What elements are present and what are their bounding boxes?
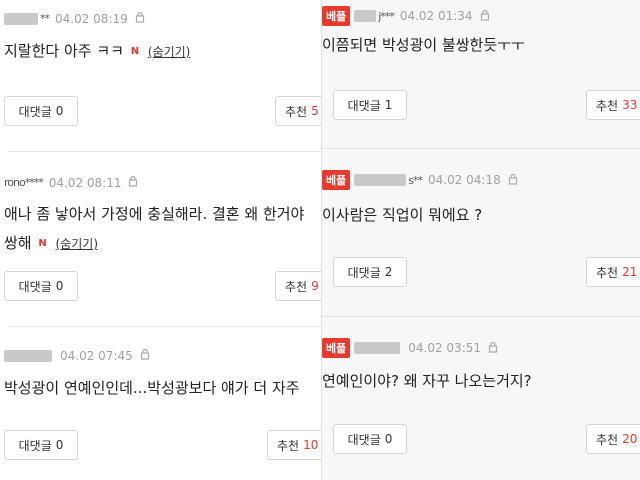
new-badge: N (38, 238, 47, 249)
reply-count: 0 (55, 104, 64, 118)
recommend-label: 추천 (596, 98, 619, 113)
lock-icon[interactable] (508, 173, 518, 188)
best-badge: 베플 (322, 6, 351, 26)
comment-text-cont: 쌍해 (4, 234, 32, 252)
reply-button[interactable]: 대댓글 0 (4, 96, 78, 126)
username-blur (4, 349, 52, 362)
recommend-label: 추천 (596, 265, 619, 280)
reply-count: 2 (384, 265, 393, 279)
reply-button[interactable]: 대댓글 0 (333, 424, 407, 454)
recommend-label: 추천 (285, 279, 308, 294)
comment-date: 04.02 01:34 (399, 9, 473, 23)
divider (322, 148, 640, 149)
comment-text: 연예인이야? 왜 자꾸 나오는거지? (322, 372, 532, 390)
comment-date: 04.02 04:18 (427, 173, 501, 187)
username: s** (408, 173, 423, 187)
comment-text: 이쯤되면 박성광이 불쌍한듯ㅜㅜ (322, 36, 525, 54)
recommend-button[interactable]: 추천 20 (586, 424, 640, 454)
left-comment-panel: ** 04.02 08:19 지랄한다 아주 ㅋㅋ N (숨기기) 대댓글 0 … (0, 0, 321, 480)
recommend-button[interactable]: 추천 10 (267, 430, 321, 460)
right-best-comment-panel: 베플 j*** 04.02 01:34 이쯤되면 박성광이 불쌍한듯ㅜㅜ 대댓글… (321, 0, 640, 480)
recommend-label: 추천 (596, 432, 619, 447)
divider (8, 151, 321, 152)
reply-label: 대댓글 (18, 104, 52, 119)
best-comment-item: 베플 j*** 04.02 01:34 이쯤되면 박성광이 불쌍한듯ㅜㅜ 대댓글… (322, 0, 640, 160)
comment-date: 04.02 07:45 (60, 348, 133, 363)
comment-meta: 베플 s** 04.02 04:18 (322, 170, 518, 190)
recommend-count: 21 (622, 265, 638, 279)
comment-meta: 베플 04.02 03:51 (322, 338, 498, 358)
new-badge: N (130, 46, 140, 57)
recommend-label: 추천 (277, 438, 300, 453)
comment-text: 박성광이 연예인인데...박성광보다 얘가 더 자주 (4, 379, 300, 397)
username: j*** (378, 9, 395, 23)
reply-count: 1 (384, 98, 393, 112)
reply-count: 0 (55, 279, 64, 293)
recommend-button[interactable]: 추천 5 (275, 96, 321, 126)
comment-text-row: 지랄한다 아주 ㅋㅋ N (숨기기) (4, 40, 190, 61)
recommend-button[interactable]: 추천 21 (586, 257, 640, 287)
comment-meta: 베플 j*** 04.02 01:34 (322, 6, 490, 26)
lock-icon[interactable] (128, 175, 138, 190)
best-badge: 베플 (322, 338, 351, 358)
recommend-count: 9 (311, 279, 319, 293)
comment-meta: 04.02 07:45 (4, 348, 150, 363)
comment-item: 04.02 07:45 박성광이 연예인인데...박성광보다 얘가 더 자주 대… (0, 340, 321, 480)
recommend-count: 5 (311, 104, 319, 118)
lock-icon[interactable] (488, 341, 498, 356)
recommend-count: 20 (622, 432, 638, 446)
best-comment-item: 베플 s** 04.02 04:18 이사람은 직업이 뭐에요 ? 대댓글 2 … (322, 160, 640, 317)
reply-count: 0 (55, 438, 64, 452)
reply-button[interactable]: 대댓글 2 (333, 257, 407, 287)
username: ** (40, 12, 50, 25)
recommend-count: 33 (622, 98, 638, 112)
best-comment-item: 베플 04.02 03:51 연예인이야? 왜 자꾸 나오는거지? 대댓글 0 … (322, 330, 640, 480)
reply-label: 대댓글 (347, 432, 381, 447)
comment-meta: ** 04.02 08:19 (4, 11, 145, 26)
reply-label: 대댓글 (18, 279, 52, 294)
comment-date: 04.02 08:11 (48, 175, 122, 190)
recommend-button[interactable]: 추천 9 (275, 271, 321, 301)
username-blur (354, 10, 377, 22)
comment-text: 이사람은 직업이 뭐에요 ? (322, 206, 483, 224)
comment-text: 지랄한다 아주 ㅋㅋ (4, 42, 124, 60)
comment-text-row: 쌍해 N (숨기기) (4, 232, 98, 253)
comment-meta: rono**** 04.02 08:11 (4, 175, 138, 190)
username-blur (354, 342, 401, 354)
recommend-count: 10 (303, 438, 319, 452)
reply-count: 0 (384, 432, 393, 446)
lock-icon[interactable] (135, 11, 145, 26)
recommend-button[interactable]: 추천 33 (586, 90, 640, 120)
reply-label: 대댓글 (18, 438, 52, 453)
reply-button[interactable]: 대댓글 0 (4, 430, 78, 460)
hide-link[interactable]: (숨기기) (148, 45, 190, 59)
comment-item: rono**** 04.02 08:11 애나 좀 낳아서 가정에 충실해라. … (0, 170, 321, 327)
reply-label: 대댓글 (347, 265, 381, 280)
lock-icon[interactable] (140, 348, 150, 363)
comment-item: ** 04.02 08:19 지랄한다 아주 ㅋㅋ N (숨기기) 대댓글 0 … (0, 0, 321, 152)
username: rono**** (4, 176, 44, 189)
username-blur (354, 174, 407, 186)
reply-button[interactable]: 대댓글 1 (333, 90, 407, 120)
recommend-label: 추천 (285, 104, 308, 119)
comment-date: 04.02 08:19 (55, 11, 128, 26)
hide-link[interactable]: (숨기기) (56, 237, 98, 251)
comment-text: 애나 좀 낳아서 가정에 충실해라. 결혼 왜 한거야 (4, 205, 305, 223)
username-blur (4, 12, 38, 25)
reply-button[interactable]: 대댓글 0 (4, 271, 78, 301)
divider (8, 326, 321, 327)
best-badge: 베플 (322, 170, 351, 190)
lock-icon[interactable] (480, 9, 490, 24)
comment-date: 04.02 03:51 (408, 341, 481, 355)
reply-label: 대댓글 (347, 98, 381, 113)
divider (322, 316, 640, 317)
